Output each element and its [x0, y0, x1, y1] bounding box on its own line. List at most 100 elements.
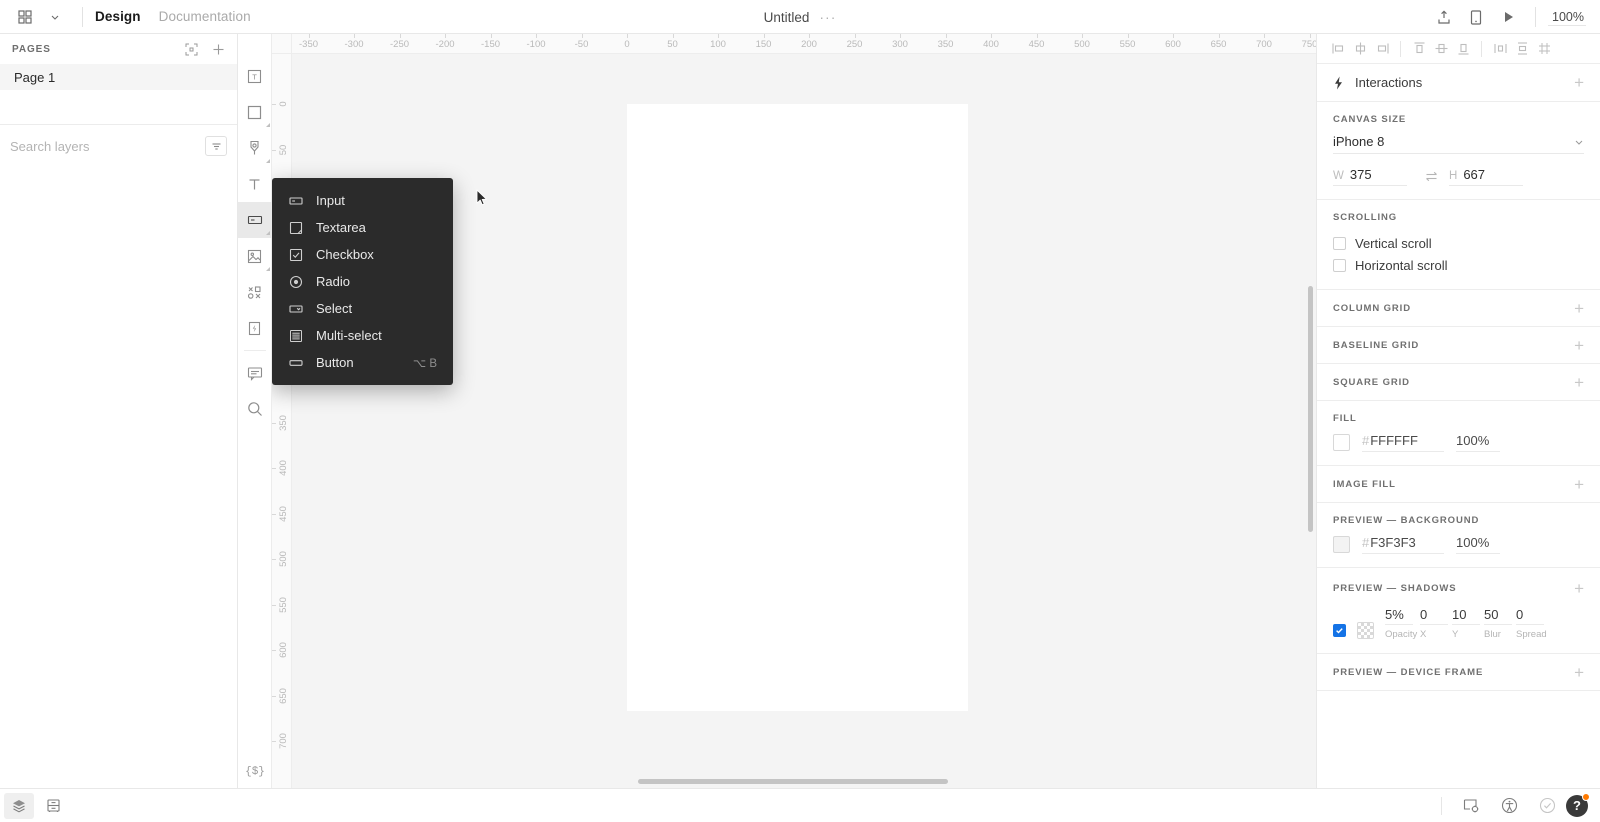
menu-item-button[interactable]: Button ⌥ B	[272, 349, 453, 376]
layer-search-row	[0, 125, 237, 167]
add-interaction-button[interactable]: +	[1574, 74, 1584, 91]
vertical-scroll-checkbox-row[interactable]: Vertical scroll	[1333, 232, 1584, 254]
shadow-spread-value[interactable]: 0	[1516, 607, 1544, 625]
accessibility-button[interactable]	[1494, 793, 1524, 819]
canvas-vertical-scrollbar[interactable]	[1308, 286, 1313, 532]
menu-item-multi-select[interactable]: Multi-select	[272, 322, 453, 349]
fill-opacity-field[interactable]: 100%	[1456, 433, 1500, 452]
canvas-horizontal-scrollbar[interactable]	[638, 779, 948, 784]
comment-tool[interactable]	[238, 355, 272, 391]
fill-hex-field[interactable]: #FFFFFF	[1362, 433, 1444, 452]
artboard-tool[interactable]: T	[238, 58, 272, 94]
component-tool[interactable]	[238, 274, 272, 310]
add-baseline-grid-button[interactable]: +	[1574, 337, 1584, 354]
page-title[interactable]: Untitled	[764, 10, 810, 25]
canvas-surface[interactable]	[292, 54, 1316, 788]
filter-icon[interactable]	[205, 136, 227, 156]
align-bottom-icon[interactable]	[1452, 38, 1474, 60]
zoom-tool[interactable]	[238, 391, 272, 427]
ruler-vertical[interactable]: 0 50 350 400 450 500 550 600 650 700	[272, 34, 292, 788]
insert-element-context-menu[interactable]: Input Textarea Checkbox Radio Select Mul…	[272, 178, 453, 385]
status-check-button[interactable]	[1532, 793, 1562, 819]
shadow-color-swatch[interactable]	[1357, 622, 1374, 639]
menu-item-select[interactable]: Select	[272, 295, 453, 322]
document-more-icon[interactable]: ···	[819, 9, 836, 25]
shadow-opacity-value[interactable]: 5%	[1385, 607, 1413, 625]
tab-documentation[interactable]: Documentation	[159, 9, 251, 24]
grid-layout-icon[interactable]	[1533, 38, 1555, 60]
chevron-down-icon[interactable]	[40, 4, 70, 30]
device-preview-icon[interactable]	[1461, 4, 1491, 30]
distribute-horizontal-icon[interactable]	[1489, 38, 1511, 60]
pen-tool[interactable]	[238, 130, 272, 166]
layers-list[interactable]	[0, 167, 237, 767]
layers-panel-toggle[interactable]	[4, 792, 34, 819]
shadow-enabled-checkbox[interactable]	[1333, 624, 1346, 637]
add-square-grid-button[interactable]: +	[1574, 374, 1584, 391]
shadow-x-value[interactable]: 0	[1420, 607, 1448, 625]
interactions-row[interactable]: Interactions +	[1317, 64, 1600, 102]
swap-dimensions-icon[interactable]	[1417, 170, 1445, 183]
shadow-blur-value[interactable]: 50	[1484, 607, 1512, 625]
canvas-area[interactable]: -350 -300 -250 -200 -150 -100 -50 0 50 100 150 200 2…	[272, 34, 1316, 788]
canvas-height-field[interactable]: H 667	[1449, 167, 1523, 186]
preview-background-hex-field[interactable]: #F3F3F3	[1362, 535, 1444, 554]
zoom-level[interactable]: 100%	[1548, 9, 1586, 26]
menu-item-textarea[interactable]: Textarea	[272, 214, 453, 241]
canvas-size-preset-select[interactable]: iPhone 8	[1333, 134, 1584, 154]
add-column-grid-button[interactable]: +	[1574, 300, 1584, 317]
height-value[interactable]: 667	[1463, 167, 1485, 182]
left-panel: PAGES Page 1	[0, 34, 238, 788]
square-grid-section[interactable]: SQUARE GRID +	[1317, 364, 1600, 401]
menu-item-checkbox[interactable]: Checkbox	[272, 241, 453, 268]
vertical-scroll-checkbox[interactable]	[1333, 236, 1346, 250]
artboard-iphone8[interactable]	[627, 104, 969, 711]
align-right-icon[interactable]	[1371, 38, 1393, 60]
align-middle-vertical-icon[interactable]	[1430, 38, 1452, 60]
code-tool[interactable]: {$}	[245, 766, 265, 778]
align-left-icon[interactable]	[1327, 38, 1349, 60]
tab-design[interactable]: Design	[95, 9, 141, 24]
align-center-horizontal-icon[interactable]	[1349, 38, 1371, 60]
add-preview-shadow-button[interactable]: +	[1574, 580, 1584, 597]
tool-palette: T {$}	[237, 34, 272, 788]
play-icon[interactable]	[1493, 4, 1523, 30]
ruler-horizontal[interactable]: -350 -300 -250 -200 -150 -100 -50 0 50 100 150 200 2…	[272, 34, 1316, 54]
width-value[interactable]: 375	[1350, 167, 1372, 182]
column-grid-section[interactable]: COLUMN GRID +	[1317, 290, 1600, 327]
menu-item-radio[interactable]: Radio	[272, 268, 453, 295]
baseline-grid-section[interactable]: BASELINE GRID +	[1317, 327, 1600, 364]
preview-device-frame-section[interactable]: PREVIEW — DEVICE FRAME +	[1317, 654, 1600, 691]
add-page-icon[interactable]	[212, 43, 225, 56]
add-device-frame-button[interactable]: +	[1574, 664, 1584, 681]
align-top-icon[interactable]	[1408, 38, 1430, 60]
preview-background-swatch[interactable]	[1333, 536, 1350, 553]
preview-background-opacity-field[interactable]: 100%	[1456, 535, 1500, 554]
fit-pages-icon[interactable]	[185, 43, 198, 56]
preview-device-frame-caption: PREVIEW — DEVICE FRAME	[1333, 666, 1484, 678]
fill-color-swatch[interactable]	[1333, 434, 1350, 451]
horizontal-scroll-checkbox[interactable]	[1333, 258, 1346, 272]
horizontal-scroll-checkbox-row[interactable]: Horizontal scroll	[1333, 254, 1584, 276]
canvas-width-field[interactable]: W 375	[1333, 167, 1407, 186]
add-image-fill-button[interactable]: +	[1574, 476, 1584, 493]
shadow-y-value[interactable]: 10	[1452, 607, 1480, 625]
search-layers-input[interactable]	[10, 138, 197, 154]
width-label: W	[1333, 170, 1344, 182]
page-item-page-1[interactable]: Page 1	[0, 64, 237, 90]
preferences-button[interactable]	[1456, 793, 1486, 819]
menu-item-input[interactable]: Input	[272, 187, 453, 214]
shadow-values-row: 5% Opacity 0 X 10 Y 50 Blur 0 Spread	[1333, 607, 1584, 640]
interaction-tool[interactable]	[238, 310, 272, 346]
help-button[interactable]: ?	[1566, 792, 1590, 817]
image-tool[interactable]	[238, 238, 272, 274]
image-fill-section[interactable]: IMAGE FILL +	[1317, 466, 1600, 503]
assets-panel-toggle[interactable]	[38, 793, 68, 819]
distribute-vertical-icon[interactable]	[1511, 38, 1533, 60]
text-tool[interactable]	[238, 166, 272, 202]
input-tool[interactable]	[237, 202, 272, 238]
rectangle-tool[interactable]	[238, 94, 272, 130]
grid-apps-icon[interactable]	[10, 4, 40, 30]
ruler-corner[interactable]	[272, 34, 292, 54]
export-upload-icon[interactable]	[1429, 4, 1459, 30]
